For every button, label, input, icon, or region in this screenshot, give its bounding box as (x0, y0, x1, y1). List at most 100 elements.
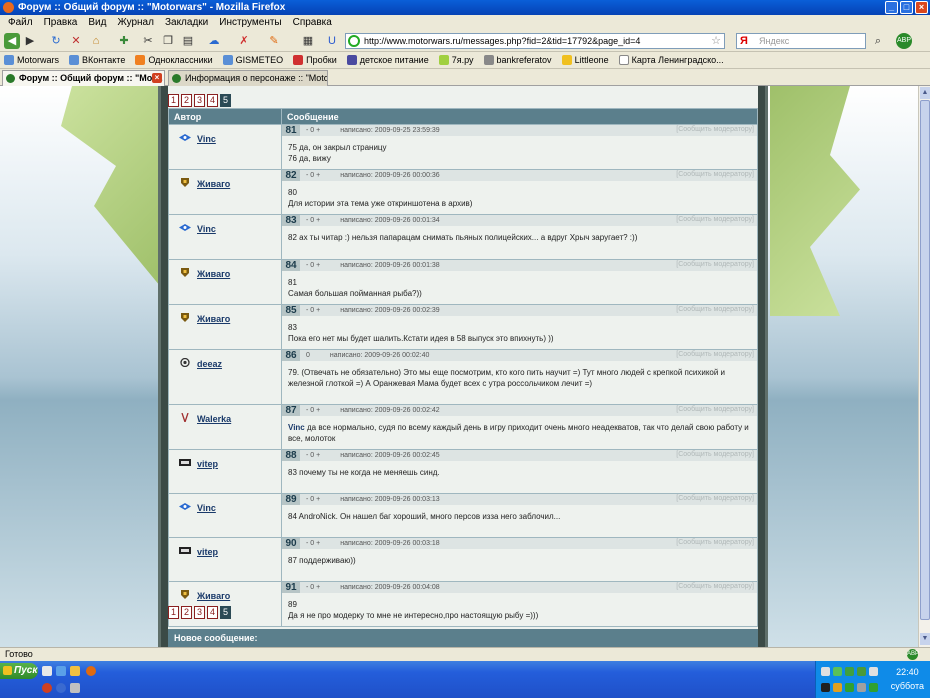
author-name-link[interactable]: Vinc (197, 224, 216, 234)
post-number[interactable]: 88 (282, 450, 300, 461)
bookmark-item[interactable]: Littleone (561, 52, 609, 68)
page-link-4[interactable]: 4 (207, 606, 218, 619)
tray-icon[interactable] (857, 683, 866, 692)
stop-icon[interactable]: ✕ (68, 33, 84, 49)
page-link-2[interactable]: 2 (181, 94, 192, 107)
post-vote[interactable]: - 0 + (306, 127, 320, 134)
report-moderator-link[interactable]: [Сообщить модератору] (676, 216, 754, 223)
report-moderator-link[interactable]: [Сообщить модератору] (676, 171, 754, 178)
bookmark-item[interactable]: Карта Ленинградско... (618, 52, 724, 68)
bookmark-item[interactable]: bankreferatov (483, 52, 552, 68)
quicklaunch-icon[interactable] (56, 683, 66, 693)
search-input[interactable]: Я Яндекс (736, 33, 866, 49)
reload-icon[interactable]: ↻ (48, 33, 64, 49)
page-link-4[interactable]: 4 (207, 94, 218, 107)
page-link-1[interactable]: 1 (168, 606, 179, 619)
paste-icon[interactable]: ▤ (180, 33, 196, 49)
minimize-button[interactable]: _ (885, 1, 898, 14)
quicklaunch-icon[interactable] (56, 666, 66, 676)
star-icon[interactable]: ☆ (711, 34, 721, 48)
home-icon[interactable]: ⌂ (88, 33, 104, 49)
author-name-link[interactable]: Живаго (197, 179, 230, 189)
close-tab-icon[interactable]: × (152, 73, 162, 83)
post-vote[interactable]: - 0 + (306, 496, 320, 503)
post-vote[interactable]: - 0 + (306, 540, 320, 547)
tab-character-info[interactable]: Информация о персонаже :: "Motorw... (168, 70, 328, 86)
author-name-link[interactable]: Живаго (197, 314, 230, 324)
post-vote[interactable]: - 0 + (306, 407, 320, 414)
copy-icon[interactable]: ❐ (160, 33, 176, 49)
back-icon[interactable]: ◀ (4, 33, 20, 49)
tray-icon[interactable] (833, 683, 842, 692)
quicklaunch-icon[interactable] (70, 666, 80, 676)
tray-icon[interactable] (845, 667, 854, 676)
bookmark-item[interactable]: 7я.ру (438, 52, 474, 68)
author-name-link[interactable]: Walerka (197, 414, 231, 424)
report-moderator-link[interactable]: [Сообщить модератору] (676, 351, 754, 358)
tray-icon[interactable] (833, 667, 842, 676)
menu-edit[interactable]: Правка (44, 15, 78, 30)
forward-icon[interactable]: ▶ (22, 33, 38, 49)
report-moderator-link[interactable]: [Сообщить модератору] (676, 306, 754, 313)
bookmark-item[interactable]: Одноклассники (135, 52, 213, 68)
post-vote[interactable]: 0 (306, 352, 310, 359)
author-name-link[interactable]: deeaz (197, 359, 222, 369)
search-go-icon[interactable]: ⌕ (870, 33, 886, 49)
post-vote[interactable]: - 0 + (306, 584, 320, 591)
bookmark-item[interactable]: ВКонтакте (69, 52, 125, 68)
magnet-icon[interactable]: U (324, 33, 340, 49)
adblock-icon[interactable]: ABP (896, 33, 912, 49)
author-name-link[interactable]: Vinc (197, 134, 216, 144)
post-number[interactable]: 90 (282, 538, 300, 549)
quicklaunch-icon[interactable] (42, 683, 52, 693)
report-moderator-link[interactable]: [Сообщить модератору] (676, 406, 754, 413)
menu-help[interactable]: Справка (293, 15, 332, 30)
close-button[interactable]: × (915, 1, 928, 14)
report-moderator-link[interactable]: [Сообщить модератору] (676, 583, 754, 590)
adblock-status-icon[interactable]: ABP (907, 649, 919, 660)
menu-view[interactable]: Вид (88, 15, 106, 30)
author-name-link[interactable]: vitep (197, 459, 218, 469)
post-number[interactable]: 81 (282, 125, 300, 136)
post-number[interactable]: 86 (282, 350, 300, 361)
menu-file[interactable]: Файл (8, 15, 33, 30)
add-bookmark-icon[interactable]: ✚ (116, 33, 132, 49)
scroll-up-icon[interactable]: ▲ (920, 87, 930, 99)
post-vote[interactable]: - 0 + (306, 307, 320, 314)
post-number[interactable]: 83 (282, 215, 300, 226)
tray-icon[interactable] (821, 667, 830, 676)
page-link-1[interactable]: 1 (168, 94, 179, 107)
post-number[interactable]: 87 (282, 405, 300, 416)
scroll-thumb[interactable] (920, 100, 930, 620)
report-moderator-link[interactable]: [Сообщить модератору] (676, 451, 754, 458)
author-name-link[interactable]: Живаго (197, 591, 230, 601)
volume-icon[interactable] (869, 667, 878, 676)
tray-icon[interactable] (857, 667, 866, 676)
menu-tools[interactable]: Инструменты (219, 15, 281, 30)
post-number[interactable]: 85 (282, 305, 300, 316)
start-button[interactable]: Пуск (0, 663, 38, 679)
quicklaunch-icon[interactable] (42, 666, 52, 676)
post-vote[interactable]: - 0 + (306, 217, 320, 224)
post-number[interactable]: 89 (282, 494, 300, 505)
quicklaunch-firefox-icon[interactable] (86, 666, 96, 676)
bookmark-item[interactable]: Motorwars (4, 52, 59, 68)
post-number[interactable]: 82 (282, 170, 300, 181)
pen-icon[interactable]: ✎ (266, 33, 282, 49)
page-link-2[interactable]: 2 (181, 606, 192, 619)
post-vote[interactable]: - 0 + (306, 452, 320, 459)
author-name-link[interactable]: Живаго (197, 269, 230, 279)
post-vote[interactable]: - 0 + (306, 172, 320, 179)
report-moderator-link[interactable]: [Сообщить модератору] (676, 539, 754, 546)
page-link-3[interactable]: 3 (194, 606, 205, 619)
maximize-button[interactable]: □ (900, 1, 913, 14)
vertical-scrollbar[interactable]: ▲ ▼ (918, 86, 930, 647)
report-moderator-link[interactable]: [Сообщить модератору] (676, 261, 754, 268)
post-number[interactable]: 84 (282, 260, 300, 271)
report-moderator-link[interactable]: [Сообщить модератору] (676, 495, 754, 502)
scroll-down-icon[interactable]: ▼ (920, 633, 930, 645)
tray-icon[interactable] (821, 683, 830, 692)
delete-icon[interactable]: ✗ (236, 33, 252, 49)
author-name-link[interactable]: vitep (197, 547, 218, 557)
cut-icon[interactable]: ✂ (140, 33, 156, 49)
